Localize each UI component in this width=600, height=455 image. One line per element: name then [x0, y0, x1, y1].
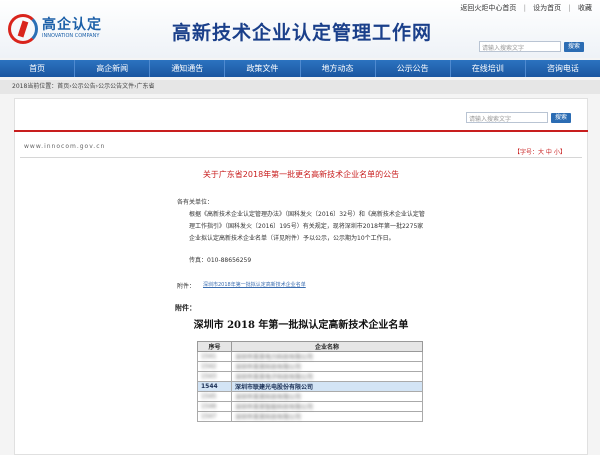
row-number: 1542	[197, 361, 232, 372]
divider: |	[568, 4, 571, 12]
site-logo[interactable]: 高企认定 INNOVATION COMPANY	[6, 12, 106, 46]
nav-item-local[interactable]: 地方动态	[301, 60, 376, 77]
table-row: 1545 深圳市某某科技有限公司	[197, 391, 423, 402]
divider	[20, 157, 582, 158]
nav-item-policy[interactable]: 政策文件	[225, 60, 301, 77]
row-number: 1541	[197, 351, 232, 362]
notice-paragraph: 根据《高新技术企业认定管理办法》（国科发火〔2016〕32号）和《高新技术企业认…	[189, 211, 425, 242]
table-row-highlighted: 1544 深圳市联建光电股份有限公司	[197, 381, 423, 392]
table-row: 1541 深圳市某某电力科技有限公司	[197, 351, 423, 362]
top-links: 返回火炬中心首页 | 设为首页 | 收藏	[455, 3, 592, 13]
nav-item-news[interactable]: 高企新闻	[75, 60, 151, 77]
nav-item-phone[interactable]: 咨询电话	[526, 60, 600, 77]
column-header-name: 企业名称	[231, 341, 423, 352]
company-table: 序号 企业名称 1541 深圳市某某电力科技有限公司 1542 深圳市某某科技有…	[197, 341, 423, 422]
top-link-home[interactable]: 返回火炬中心首页	[460, 4, 516, 12]
logo-icon	[8, 14, 38, 44]
top-link-set-home[interactable]: 设为首页	[533, 4, 561, 12]
notice-title: 关于广东省2018年第一批更名高新技术企业名单的公告	[202, 170, 400, 179]
logo-subtext: INNOVATION COMPANY	[42, 33, 100, 39]
content-search-button[interactable]: 搜索	[551, 113, 571, 123]
row-company-name: 深圳市某某科技有限公司	[231, 391, 423, 402]
row-number: 1545	[197, 391, 232, 402]
nav-item-announcements[interactable]: 公示公告	[376, 60, 451, 77]
salutation: 各有关单位：	[177, 199, 214, 206]
header-divider	[14, 130, 588, 132]
site-header: 高企认定 INNOVATION COMPANY 高新技术企业认定管理工作网 返回…	[0, 0, 600, 58]
row-number: 1543	[197, 371, 232, 382]
attachment-label: 附件：	[177, 283, 196, 290]
contact-fax: 传真：010-88656259	[189, 257, 252, 264]
divider: |	[523, 4, 526, 12]
row-company-name: 深圳市某某科技有限公司	[231, 361, 423, 372]
row-company-name: 深圳市某某电力科技有限公司	[231, 351, 423, 362]
table-header-row: 序号 企业名称	[197, 341, 423, 352]
row-company-name: 深圳市联建光电股份有限公司	[231, 381, 423, 392]
row-number: 1547	[197, 411, 232, 422]
top-link-favorite[interactable]: 收藏	[578, 4, 592, 12]
list-title: 深圳市 2018 年第一批拟认定高新技术企业名单	[193, 320, 409, 331]
table-row: 1543 深圳市某某电子科技有限公司	[197, 371, 423, 382]
font-size-control[interactable]: 【字号：大 中 小】	[514, 147, 566, 156]
row-company-name: 深圳市某某科技有限公司	[231, 411, 423, 422]
nav-item-training[interactable]: 在线培训	[451, 60, 526, 77]
attachment-link[interactable]: 深圳市2018年第一批拟认定高新技术企业名单	[203, 281, 306, 288]
content-search-input[interactable]: 请输入搜索文字	[466, 112, 548, 123]
row-number: 1546	[197, 401, 232, 412]
search-button[interactable]: 搜索	[564, 42, 584, 52]
logo-text: 高企认定	[42, 17, 102, 33]
attachment-heading: 附件：	[175, 304, 196, 312]
page: 高企认定 INNOVATION COMPANY 高新技术企业认定管理工作网 返回…	[0, 0, 600, 455]
site-domain: www.innocom.gov.cn	[24, 143, 106, 150]
column-header-number: 序号	[197, 341, 232, 352]
main-nav: 首页 高企新闻 通知通告 政策文件 地方动态 公示公告 在线培训 咨询电话	[0, 60, 600, 77]
nav-item-home[interactable]: 首页	[0, 60, 76, 77]
nav-item-notices[interactable]: 通知通告	[150, 60, 226, 77]
table-row: 1546 深圳市某某智能科技有限公司	[197, 401, 423, 412]
table-row: 1542 深圳市某某科技有限公司	[197, 361, 423, 372]
site-title: 高新技术企业认定管理工作网	[172, 22, 433, 44]
row-company-name: 深圳市某某智能科技有限公司	[231, 401, 423, 412]
search-input[interactable]: 请输入搜索文字	[479, 41, 561, 52]
table-row: 1547 深圳市某某科技有限公司	[197, 411, 423, 422]
breadcrumb: 2018当前位置：首页›公示公告›公示公告文件›广东省	[0, 80, 600, 94]
row-company-name: 深圳市某某电子科技有限公司	[231, 371, 423, 382]
row-number: 1544	[197, 381, 232, 392]
